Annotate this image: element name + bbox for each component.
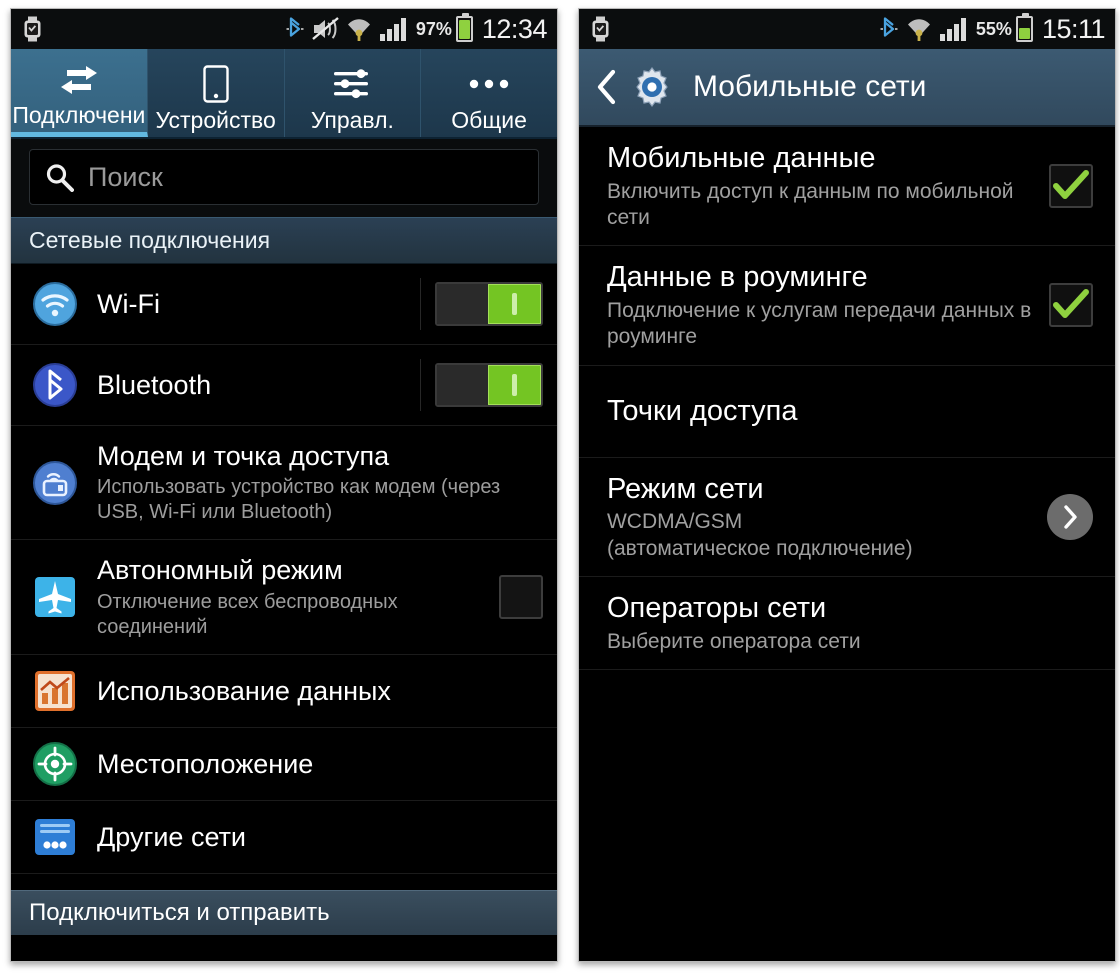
more-dots-icon	[468, 63, 510, 105]
data-usage-chart-icon	[29, 669, 81, 713]
bluetooth-circle-icon	[29, 363, 81, 407]
bluetooth-icon	[879, 15, 899, 43]
sliders-icon	[332, 63, 372, 105]
list-item-access-points[interactable]: Точки доступа	[578, 366, 1115, 458]
list-item-title: Данные в роуминге	[606, 261, 868, 294]
connections-arrows-icon	[57, 58, 101, 100]
list-item-tethering[interactable]: Модем и точка доступа Использовать устро…	[11, 426, 557, 541]
list-item-subtitle: Отключение всех беспроводных соединений	[97, 590, 398, 638]
tethering-hotspot-icon	[29, 460, 81, 505]
list-item-title: Другие сети	[97, 821, 247, 852]
sound-muted-icon	[312, 15, 339, 43]
tab-controls[interactable]: Управл.	[284, 49, 422, 137]
tab-general-label: Общие	[451, 106, 527, 133]
list-item-location[interactable]: Местоположение	[11, 728, 557, 801]
airplane-mode-icon	[29, 575, 81, 619]
list-item-network-operators[interactable]: Операторы сети Выберите оператора сети	[578, 577, 1115, 670]
list-item-wifi[interactable]: Wi-Fi	[11, 264, 557, 345]
status-clock: 12:34	[481, 13, 548, 44]
network-mode-chevron-button[interactable]	[1047, 491, 1093, 543]
smartwatch-icon	[591, 16, 610, 42]
settings-gear-icon	[631, 66, 673, 108]
list-item-mobile-data[interactable]: Мобильные данные Включить доступ к данны…	[578, 127, 1115, 247]
list-item-title: Автономный режим	[97, 555, 343, 586]
bluetooth-icon	[285, 15, 305, 43]
mobile-data-checkbox[interactable]	[1049, 160, 1093, 212]
battery-icon	[1015, 13, 1033, 42]
list-item-subtitle: Выберите оператора сети	[606, 629, 861, 653]
smartwatch-icon	[23, 16, 42, 42]
data-roaming-checkbox[interactable]	[1049, 279, 1093, 331]
chevron-right-icon	[1047, 493, 1093, 540]
list-item-subtitle: Подключение к услугам передачи данных в …	[606, 299, 1032, 349]
bluetooth-toggle[interactable]	[419, 359, 543, 411]
list-item-title: Использование данных	[97, 675, 391, 706]
list-item-network-mode[interactable]: Режим сети WCDMA/GSM (автоматическое под…	[578, 458, 1115, 577]
mobile-networks-list: Мобильные данные Включить доступ к данны…	[578, 127, 1115, 961]
status-clock: 15:11	[1041, 13, 1106, 44]
tab-controls-label: Управл.	[310, 106, 394, 133]
list-item-title: Точки доступа	[606, 394, 798, 427]
list-item-bluetooth[interactable]: Bluetooth	[11, 345, 557, 426]
cellular-signal-icon	[939, 16, 969, 42]
search-input[interactable]: Поиск	[29, 149, 539, 205]
phone-device-icon	[202, 63, 229, 105]
location-crosshair-icon	[29, 741, 81, 786]
settings-tab-bar: Подключени Устройство Управл. Общие	[11, 49, 557, 139]
connect-and-share-bar[interactable]: Подключиться и отправить	[11, 890, 557, 935]
battery-percent-label: 97%	[415, 19, 452, 39]
left-status-bar: 97% 12:34	[11, 9, 557, 49]
list-item-subtitle: Включить доступ к данным по мобильной се…	[606, 179, 1014, 230]
wifi-icon	[906, 15, 932, 43]
list-item-title: Wi-Fi	[97, 288, 160, 319]
tab-connections[interactable]: Подключени	[11, 49, 148, 137]
list-item-subtitle: WCDMA/GSM (автоматическое подключение)	[606, 510, 913, 560]
connections-list: Wi-Fi Bluetooth Модем и точка доступа Ис…	[11, 264, 557, 890]
wifi-icon	[346, 15, 372, 43]
list-item-title: Bluetooth	[97, 369, 212, 400]
screenshot-root: 97% 12:34 Подключени Устройство Управл. …	[0, 0, 1120, 980]
battery-icon	[455, 13, 473, 42]
list-item-title: Мобильные данные	[606, 142, 876, 174]
wifi-circle-icon	[29, 282, 81, 326]
battery-percent-label: 55%	[975, 19, 1012, 39]
list-item-title: Режим сети	[606, 472, 764, 505]
tab-connections-label: Подключени	[12, 101, 146, 128]
tab-device-label: Устройство	[155, 106, 276, 133]
airplane-mode-checkbox[interactable]	[485, 571, 543, 623]
cellular-signal-icon	[379, 16, 409, 42]
more-networks-icon	[29, 815, 81, 859]
mobile-networks-action-bar: Мобильные сети	[578, 49, 1115, 127]
tab-device[interactable]: Устройство	[147, 49, 285, 137]
list-item-airplane-mode[interactable]: Автономный режим Отключение всех беспров…	[11, 540, 557, 655]
list-item-other-networks[interactable]: Другие сети	[11, 801, 557, 874]
wifi-toggle[interactable]	[419, 278, 543, 330]
list-item-data-roaming[interactable]: Данные в роуминге Подключение к услугам …	[578, 246, 1115, 366]
list-item-title: Местоположение	[97, 748, 314, 779]
list-item-data-usage[interactable]: Использование данных	[11, 655, 557, 728]
left-phone-panel: 97% 12:34 Подключени Устройство Управл. …	[10, 8, 558, 962]
bottom-padding	[11, 935, 557, 961]
list-item-title: Модем и точка доступа	[97, 441, 390, 471]
tab-general[interactable]: Общие	[421, 49, 557, 137]
search-area: Поиск	[11, 139, 557, 217]
search-icon	[44, 162, 74, 192]
right-phone-panel: 55% 15:11 Мобильные сети Мобильные данны…	[577, 8, 1116, 962]
right-status-bar: 55% 15:11	[578, 9, 1115, 49]
search-placeholder-text: Поиск	[88, 161, 163, 192]
list-item-subtitle: Использовать устройство как модем (через…	[97, 476, 501, 524]
page-title: Мобильные сети	[692, 70, 927, 103]
section-header-network: Сетевые подключения	[11, 217, 557, 264]
list-item-title: Операторы сети	[606, 591, 827, 624]
back-chevron-icon[interactable]	[595, 68, 617, 106]
